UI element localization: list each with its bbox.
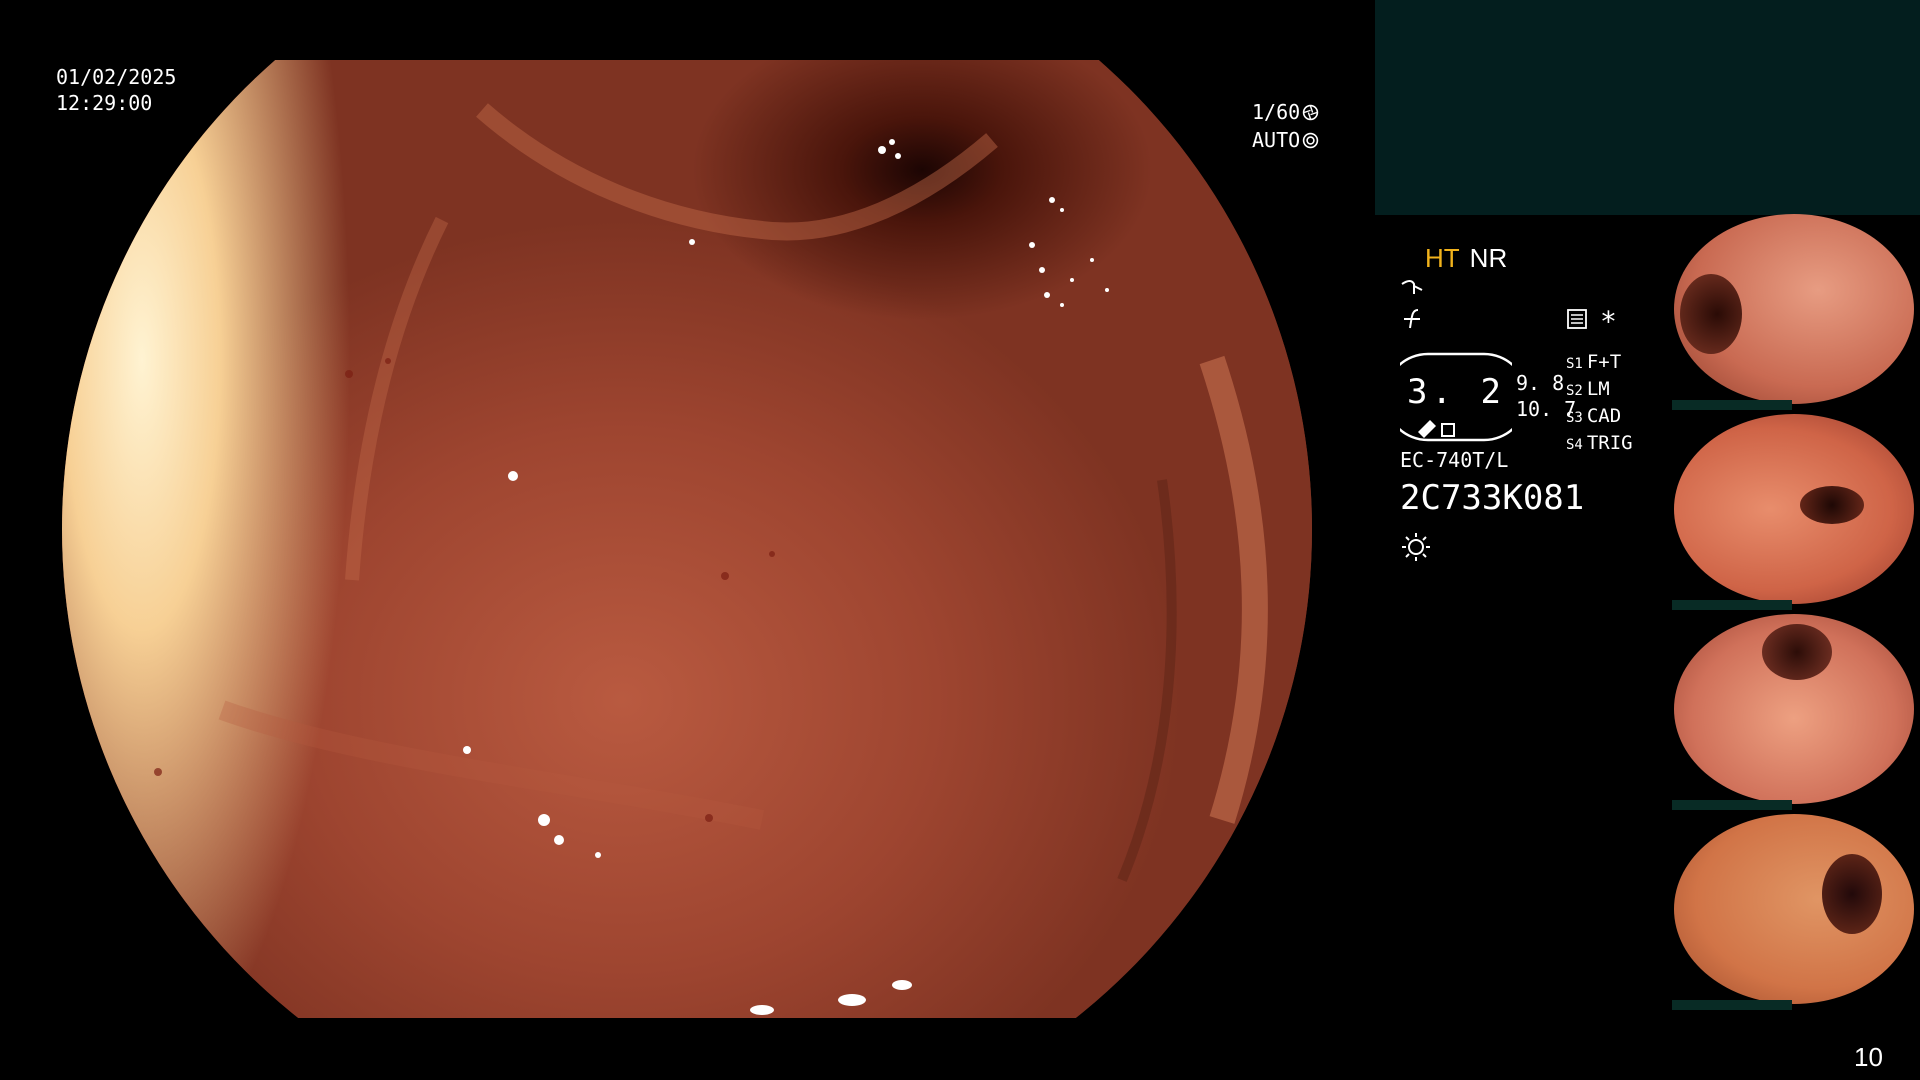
thumbnail-1[interactable] — [1672, 214, 1920, 410]
page-number: 10 — [1854, 1042, 1883, 1072]
exposure-mode-text: AUTO — [1252, 128, 1301, 152]
mode-nr: NR — [1469, 243, 1508, 273]
scope-serial: 2C733K081 — [1400, 478, 1585, 518]
thumbnail-lumen — [1762, 624, 1832, 680]
dial-value: 3. 2 — [1407, 372, 1505, 412]
switch-row: S3 CAD — [1566, 405, 1622, 427]
specular-highlights — [463, 139, 1109, 1015]
signal-icon — [1404, 309, 1420, 329]
thumbnail-4[interactable] — [1672, 814, 1920, 1010]
shutter-text: 1/60 — [1252, 100, 1301, 124]
mode-ht: HT — [1425, 243, 1460, 273]
date-text: 01/02/2025 — [56, 65, 177, 89]
thumbnail-lumen — [1800, 486, 1864, 524]
light-source-icon — [1402, 533, 1430, 561]
auto-exposure-icon — [1302, 132, 1319, 148]
info-top-box — [1375, 0, 1920, 215]
scope-model: EC-740T/L — [1400, 448, 1509, 472]
time-text: 12:29:00 — [56, 91, 153, 115]
switch-assignments: S1 F+T S2 LM S3 CAD S4 TRIG — [1566, 350, 1633, 458]
thumbnail-lumen — [1680, 274, 1742, 354]
thumbnail-band — [1672, 800, 1792, 810]
switch-row: S2 LM — [1566, 378, 1610, 400]
thumbnail-image — [1674, 414, 1914, 604]
thumbnail-2[interactable] — [1672, 414, 1920, 610]
switch-row: S4 TRIG — [1566, 432, 1633, 454]
endoscope-main-view — [62, 60, 1312, 1018]
thumbnail-band — [1672, 600, 1792, 610]
scope-curve-icon — [1401, 280, 1423, 294]
switch-row: S1 F+T — [1566, 351, 1622, 373]
image-mode-row: HT NR — [1425, 243, 1507, 274]
exposure-readout: 1/60 AUTO — [1252, 98, 1319, 154]
datetime-readout: 01/02/2025 12:29:00 — [56, 64, 176, 116]
asterisk-icon: * — [1600, 305, 1617, 338]
aperture-icon — [1302, 104, 1319, 120]
mucosa-texture — [154, 103, 1268, 1015]
thumbnail-band — [1672, 1000, 1792, 1010]
image-settings-icon — [1567, 309, 1587, 329]
thumbnail-lumen — [1822, 854, 1882, 934]
thumbnail-band — [1672, 400, 1792, 410]
thumbnail-3[interactable] — [1672, 614, 1920, 810]
